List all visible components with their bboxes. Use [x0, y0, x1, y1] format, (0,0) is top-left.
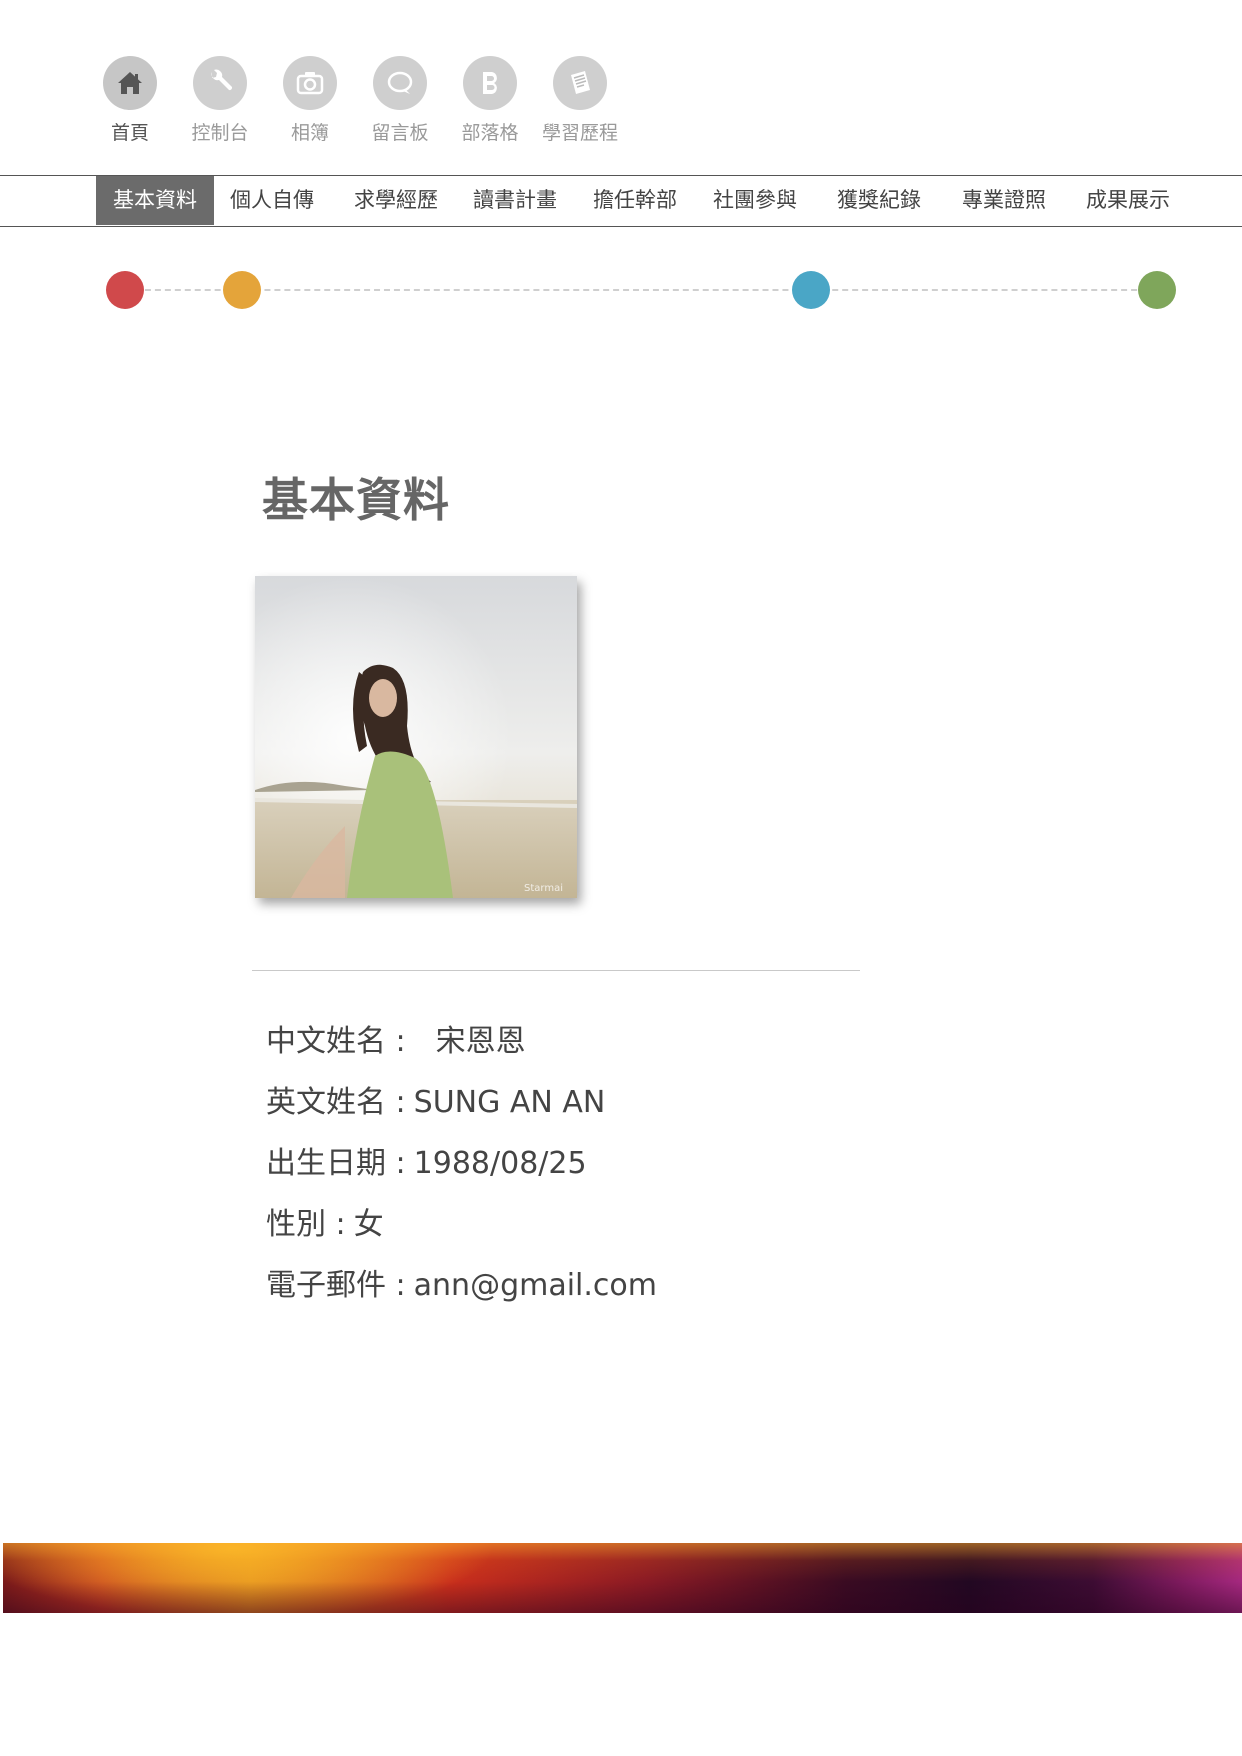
section-divider	[252, 970, 860, 971]
info-label: 英文姓名 :	[266, 1085, 406, 1120]
tab-education[interactable]: 求學經歷	[354, 176, 438, 225]
tab-achievements[interactable]: 成果展示	[1086, 176, 1170, 225]
timeline-dot-orange[interactable]	[223, 271, 261, 309]
info-label: 電子郵件 :	[266, 1268, 406, 1303]
info-row-birthday: 出生日期 :1988/08/25	[266, 1138, 657, 1199]
info-row-english-name: 英文姓名 : SUNG AN AN	[266, 1077, 657, 1138]
info-value: SUNG AN AN	[413, 1085, 606, 1120]
info-label: 中文姓名 :	[266, 1024, 406, 1059]
timeline-dot-red[interactable]	[106, 271, 144, 309]
info-value: ann@gmail.com	[413, 1268, 657, 1303]
info-row-gender: 性別 :女	[266, 1199, 657, 1260]
tab-autobiography[interactable]: 個人自傳	[230, 176, 314, 225]
nav-album[interactable]: 相簿	[266, 56, 354, 145]
section-tab-bar: 基本資料 個人自傳 求學經歷 讀書計畫 擔任幹部 社團參與 獲獎紀錄 專業證照 …	[0, 175, 1242, 227]
info-value: 宋恩恩	[435, 1024, 526, 1059]
tab-certificates[interactable]: 專業證照	[962, 176, 1046, 225]
page-title: 基本資料	[262, 473, 450, 527]
photo-watermark: Starmai	[524, 883, 563, 894]
top-icon-nav: 首頁 控制台 相簿 留言板 部落格 學習歷程	[86, 56, 626, 145]
info-label: 出生日期 :	[266, 1146, 406, 1181]
tab-study-plan[interactable]: 讀書計畫	[473, 176, 557, 225]
nav-message-board-label: 留言板	[371, 122, 429, 144]
nav-message-board[interactable]: 留言板	[356, 56, 444, 145]
tab-awards[interactable]: 獲獎紀錄	[837, 176, 921, 225]
speech-bubble-icon	[373, 56, 427, 110]
footer-gradient-band	[3, 1543, 1242, 1613]
nav-learning-portfolio[interactable]: 學習歷程	[536, 56, 624, 145]
profile-photo: Starmai	[255, 576, 577, 898]
basic-info-list: 中文姓名 : 宋恩恩 英文姓名 : SUNG AN AN 出生日期 :1988/08…	[266, 1016, 657, 1321]
camera-icon	[283, 56, 337, 110]
nav-learning-portfolio-label: 學習歷程	[541, 122, 618, 144]
blog-b-icon	[463, 56, 517, 110]
nav-control-panel-label: 控制台	[191, 122, 249, 144]
nav-blog-label: 部落格	[461, 122, 519, 144]
nav-blog[interactable]: 部落格	[446, 56, 534, 145]
info-value: 1988/08/25	[413, 1146, 587, 1181]
timeline-dot-green[interactable]	[1138, 271, 1176, 309]
tab-leadership[interactable]: 擔任幹部	[593, 176, 677, 225]
home-icon	[103, 56, 157, 110]
nav-home-label: 首頁	[110, 122, 149, 144]
info-row-email: 電子郵件 : ann@gmail.com	[266, 1260, 657, 1321]
progress-timeline	[0, 270, 1242, 310]
timeline-dot-blue[interactable]	[792, 271, 830, 309]
info-label: 性別 :	[266, 1207, 346, 1242]
timeline-dashed-line	[125, 289, 1157, 291]
info-value: 女	[353, 1207, 384, 1242]
document-icon	[553, 56, 607, 110]
tab-basic-info[interactable]: 基本資料	[96, 176, 214, 225]
info-row-chinese-name: 中文姓名 : 宋恩恩	[266, 1016, 657, 1077]
nav-album-label: 相簿	[290, 122, 329, 144]
nav-control-panel[interactable]: 控制台	[176, 56, 264, 145]
wrench-icon	[193, 56, 247, 110]
nav-home[interactable]: 首頁	[86, 56, 174, 145]
tab-clubs[interactable]: 社團參與	[713, 176, 797, 225]
